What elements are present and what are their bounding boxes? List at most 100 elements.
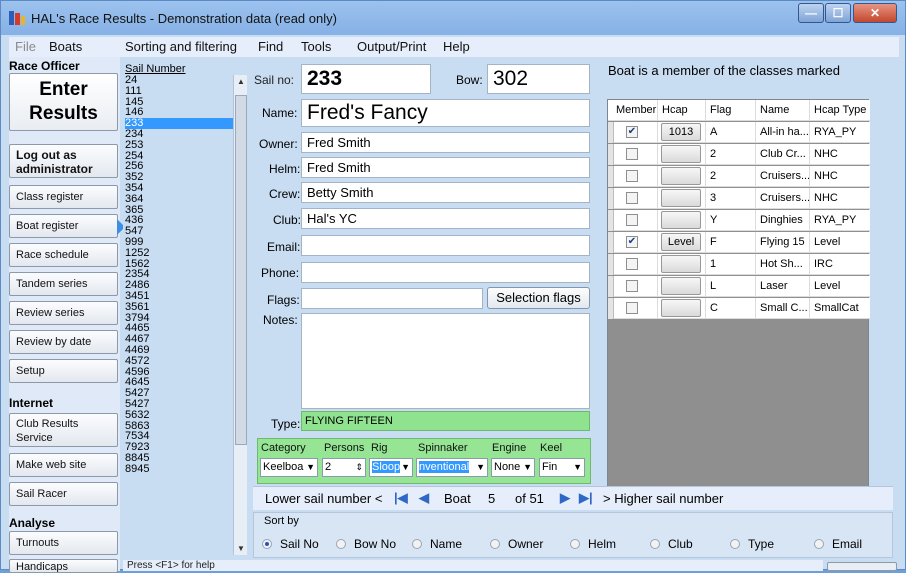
class-row[interactable]: ✔ 1013 A All-in ha... RYA_PY [608,122,870,143]
menu-find[interactable]: Find [258,39,283,54]
radio-icon[interactable] [336,539,346,549]
enter-results-button[interactable]: Enter Results [9,73,118,131]
radio-icon[interactable] [570,539,580,549]
class-row[interactable]: 1 Hot Sh... IRC [608,254,870,275]
col-name[interactable]: Name [756,100,810,121]
class-row[interactable]: L Laser Level [608,276,870,297]
sail-list-item[interactable]: 111 [125,85,233,97]
menu-tools[interactable]: Tools [301,39,331,54]
class-row[interactable]: C Small C... SmallCat [608,298,870,319]
radio-icon[interactable] [814,539,824,549]
sail-no-field[interactable]: 233 [301,64,431,94]
hcap-button[interactable]: Level [661,233,701,251]
sort-option[interactable]: Club [650,537,693,551]
handicaps-button[interactable]: Handicaps [9,559,118,573]
sort-option[interactable]: Owner [490,537,543,551]
sort-option[interactable]: Name [412,537,462,551]
sail-list-item[interactable]: 5632 [125,409,233,421]
hcap-button[interactable] [661,211,701,229]
flags-field[interactable] [301,288,483,309]
radio-icon[interactable] [650,539,660,549]
scroll-thumb[interactable] [235,95,247,445]
sail-list-scrollbar[interactable]: ▲ ▼ [233,75,247,555]
helm-field[interactable]: Fred Smith [301,157,590,178]
radio-icon[interactable] [490,539,500,549]
rig-select[interactable]: Sloop ▼ [369,458,413,477]
member-checkbox[interactable] [626,280,638,292]
setup-button[interactable]: Setup [9,359,118,383]
name-field[interactable]: Fred's Fancy [301,99,590,127]
col-flag[interactable]: Flag [706,100,756,121]
keel-select[interactable]: Fin ▼ [539,458,585,477]
menu-sorting[interactable]: Sorting and filtering [125,39,237,54]
sail-list-item[interactable]: 364 [125,193,233,205]
type-field[interactable]: FLYING FIFTEEN [301,411,590,431]
selection-flags-button[interactable]: Selection flags [487,287,590,309]
hcap-button[interactable]: 1013 [661,123,701,141]
member-checkbox[interactable]: ✔ [626,236,638,248]
member-checkbox[interactable] [626,170,638,182]
maximize-button[interactable]: ☐ [825,3,851,23]
class-row[interactable]: 2 Club Cr... NHC [608,144,870,165]
member-checkbox[interactable] [626,258,638,270]
sail-list-item[interactable]: 8945 [125,463,233,475]
close-window-button[interactable]: ✕ [853,3,897,23]
turnouts-button[interactable]: Turnouts [9,531,118,555]
engine-select[interactable]: None ▼ [491,458,535,477]
crew-field[interactable]: Betty Smith [301,182,590,203]
club-results-service-button[interactable]: Club Results Service [9,413,118,447]
stepper-icon[interactable]: ⇕ [355,459,363,476]
scroll-up-icon[interactable]: ▲ [237,77,245,86]
sort-option[interactable]: Type [730,537,774,551]
review-by-date-button[interactable]: Review by date [9,330,118,354]
hcap-button[interactable] [661,299,701,317]
next-record-icon[interactable]: ▶ [560,490,570,506]
menu-file[interactable]: File [15,39,36,54]
sail-number-list[interactable]: Sail Number 24 111 145 146 233 234 253 254 256 35… [123,63,247,557]
spinnaker-select[interactable]: nventional ▼ [416,458,488,477]
phone-field[interactable] [301,262,590,283]
radio-icon[interactable] [262,539,272,549]
menu-boats[interactable]: Boats [49,39,82,54]
hcap-button[interactable] [661,145,701,163]
hcap-button[interactable] [661,277,701,295]
email-field[interactable] [301,235,590,256]
col-hcap[interactable]: Hcap [658,100,706,121]
hcap-button[interactable] [661,167,701,185]
sail-racer-button[interactable]: Sail Racer [9,482,118,506]
first-record-icon[interactable]: |◀ [394,490,408,506]
col-hcap-type[interactable]: Hcap Type [810,100,870,121]
class-row[interactable]: ✔ Level F Flying 15 Level [608,232,870,253]
club-field[interactable]: Hal's YC [301,208,590,229]
make-web-site-button[interactable]: Make web site [9,453,118,477]
radio-icon[interactable] [730,539,740,549]
persons-stepper[interactable]: 2 ⇕ [322,458,366,477]
sail-list-item[interactable]: 1252 [125,247,233,259]
owner-field[interactable]: Fred Smith [301,132,590,153]
notes-textarea[interactable] [301,313,590,409]
logout-button[interactable]: Log out as administrator [9,144,118,178]
review-series-button[interactable]: Review series [9,301,118,325]
boat-number-field[interactable]: 5 [488,491,495,506]
tandem-series-button[interactable]: Tandem series [9,272,118,296]
sail-list-item[interactable]: 3561 [125,301,233,313]
last-record-icon[interactable]: ▶| [579,490,593,506]
member-checkbox[interactable] [626,148,638,160]
class-row[interactable]: Y Dinghies RYA_PY [608,210,870,231]
race-schedule-button[interactable]: Race schedule [9,243,118,267]
sail-list-item[interactable]: 4572 [125,355,233,367]
member-checkbox[interactable] [626,214,638,226]
class-row[interactable]: 3 Cruisers... NHC [608,188,870,209]
scroll-down-icon[interactable]: ▼ [237,544,245,553]
sail-list-item[interactable]: 253 [125,139,233,151]
sort-option[interactable]: Sail No [262,537,319,551]
class-row[interactable]: 2 Cruisers... NHC [608,166,870,187]
menu-output-print[interactable]: Output/Print [357,39,426,54]
sort-option[interactable]: Email [814,537,862,551]
previous-record-icon[interactable]: ◀ [419,490,429,506]
member-checkbox[interactable] [626,302,638,314]
hcap-button[interactable] [661,189,701,207]
class-register-button[interactable]: Class register [9,185,118,209]
minimize-button[interactable]: — [798,3,824,23]
radio-icon[interactable] [412,539,422,549]
